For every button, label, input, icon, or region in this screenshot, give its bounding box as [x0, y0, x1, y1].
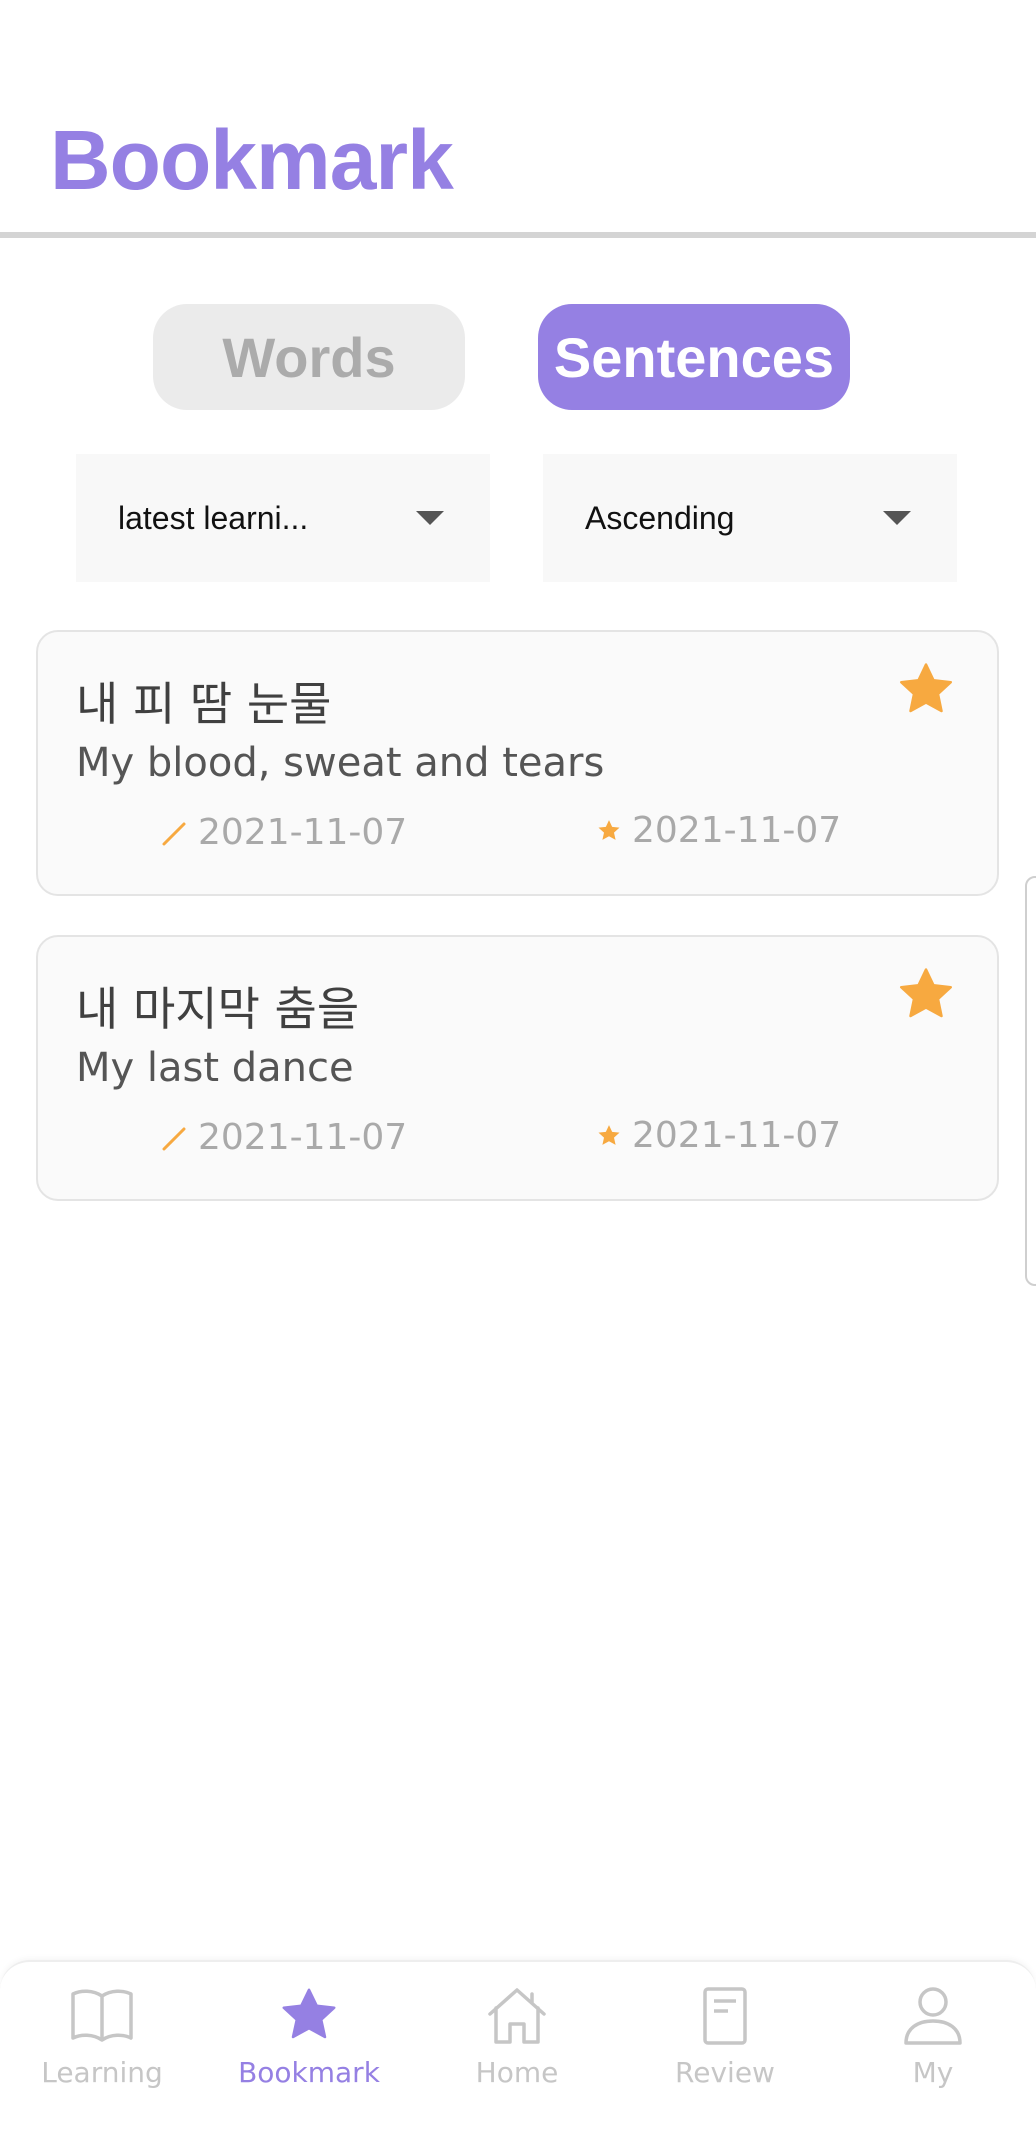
- learned-date-text: 2021-11-07: [198, 1117, 408, 1158]
- order-dropdown-value: Ascending: [585, 499, 735, 536]
- order-dropdown[interactable]: Ascending: [543, 454, 957, 582]
- nav-home[interactable]: Home: [437, 1986, 597, 2106]
- sort-dropdown-value: latest learni...: [118, 499, 309, 536]
- nav-label: My: [912, 2056, 954, 2089]
- bookmark-star-icon[interactable]: [896, 965, 956, 1025]
- bookmarked-date-text: 2021-11-07: [632, 1115, 842, 1156]
- bookmarked-date: 2021-11-07: [596, 1115, 841, 1156]
- nav-bookmark[interactable]: Bookmark: [229, 1986, 389, 2106]
- chevron-down-icon: [416, 511, 444, 525]
- tab-sentences[interactable]: Sentences: [538, 304, 850, 410]
- sentence-english: My blood, sweat and tears: [76, 740, 605, 786]
- header: Bookmark: [0, 0, 1036, 238]
- star-icon: [598, 1124, 620, 1145]
- star-icon: [598, 819, 620, 840]
- chevron-down-icon: [883, 511, 911, 525]
- nav-review[interactable]: Review: [645, 1986, 805, 2106]
- document-icon: [703, 1987, 747, 2045]
- nav-my[interactable]: My: [853, 1986, 1013, 2106]
- bookmarked-date-text: 2021-11-07: [632, 810, 842, 851]
- nav-label: Learning: [41, 2056, 163, 2089]
- nav-label: Bookmark: [238, 2056, 380, 2089]
- sentence-korean: 내 피 땀 눈물: [76, 677, 332, 731]
- pencil-icon: [162, 1127, 186, 1150]
- bookmarked-date: 2021-11-07: [596, 810, 841, 851]
- nav-learning[interactable]: Learning: [22, 1986, 182, 2106]
- learned-date: 2021-11-07: [160, 1117, 407, 1158]
- sentence-card[interactable]: 내 마지막 춤을 My last dance 2021-11-07 2021-1…: [36, 935, 999, 1201]
- tab-words[interactable]: Words: [153, 304, 465, 410]
- sentence-card[interactable]: 내 피 땀 눈물 My blood, sweat and tears 2021-…: [36, 630, 999, 896]
- header-divider: [0, 232, 1036, 238]
- side-drawer-handle[interactable]: [1025, 876, 1036, 1286]
- sentence-korean: 내 마지막 춤을: [76, 982, 360, 1036]
- learned-date: 2021-11-07: [160, 812, 407, 853]
- nav-label: Home: [475, 2056, 559, 2089]
- sort-dropdown[interactable]: latest learni...: [76, 454, 490, 582]
- star-icon: [282, 1988, 336, 2039]
- page-title: Bookmark: [50, 113, 454, 207]
- sentence-english: My last dance: [76, 1045, 354, 1091]
- pencil-icon: [162, 822, 186, 845]
- person-icon: [904, 1987, 962, 2045]
- learned-date-text: 2021-11-07: [198, 812, 408, 853]
- book-icon: [71, 1989, 133, 2042]
- home-icon: [488, 1988, 546, 2044]
- nav-label: Review: [675, 2056, 775, 2089]
- bookmark-star-icon[interactable]: [896, 660, 956, 720]
- bottom-nav: Learning Bookmark Home Review My: [0, 1960, 1036, 2132]
